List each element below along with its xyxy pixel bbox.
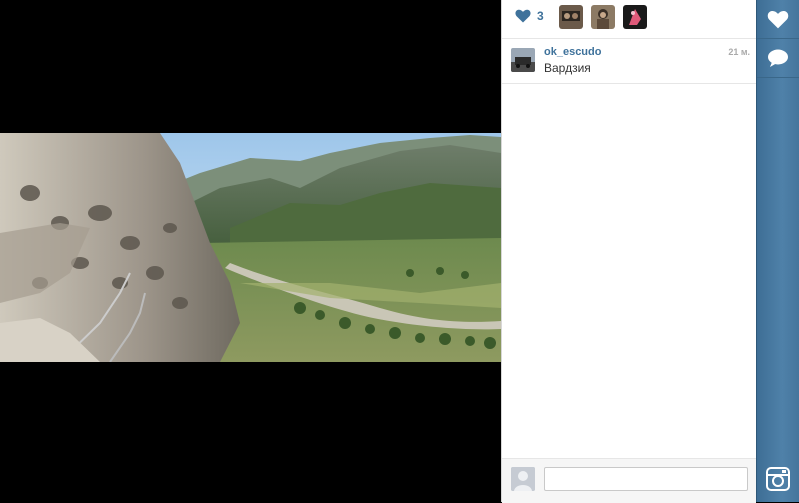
comment-button[interactable] xyxy=(757,39,799,78)
comment-input[interactable] xyxy=(544,467,748,491)
liker-avatar[interactable] xyxy=(591,5,615,29)
comment-timestamp: 21 м. xyxy=(728,47,750,57)
liker-avatar[interactable] xyxy=(623,5,647,29)
photo-viewer xyxy=(0,0,501,502)
comment-text: Вардзия xyxy=(544,61,591,75)
comment-username[interactable]: ok_escudo xyxy=(544,46,601,58)
likes-bar: 3 xyxy=(502,0,756,39)
instagram-camera-icon[interactable] xyxy=(766,467,790,491)
photo[interactable] xyxy=(0,133,501,362)
caption-comment: ok_escudo Вардзия 21 м. xyxy=(502,39,756,84)
liker-avatar[interactable] xyxy=(559,5,583,29)
heart-icon xyxy=(515,9,531,23)
speech-bubble-icon xyxy=(768,49,788,67)
like-button[interactable] xyxy=(757,0,799,39)
heart-icon xyxy=(767,10,789,28)
like-count: 3 xyxy=(537,9,544,23)
comment-compose-bar xyxy=(502,458,756,503)
current-user-avatar xyxy=(511,467,535,491)
action-sidebar xyxy=(756,0,799,502)
avatar[interactable] xyxy=(511,48,535,72)
details-panel: 3 ok_escudo Вардзия 21 м. xyxy=(501,0,756,503)
likes-summary[interactable]: 3 xyxy=(515,9,544,23)
